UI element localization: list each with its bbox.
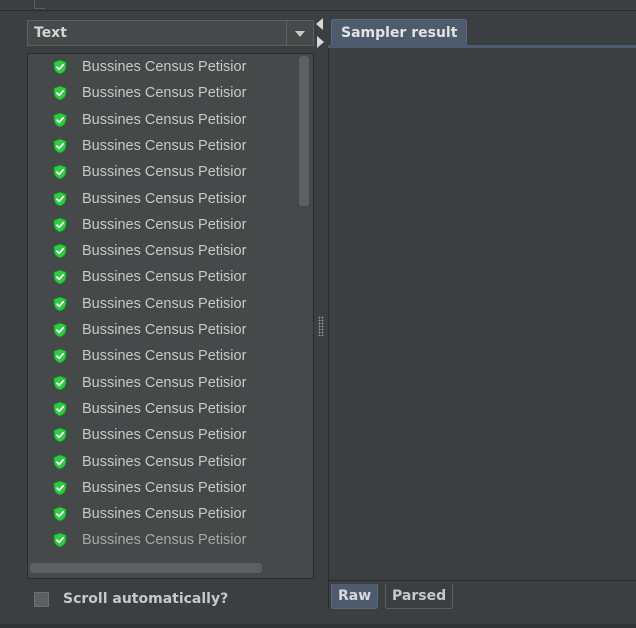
split-pane-divider[interactable] <box>314 14 328 628</box>
tree-item[interactable]: Bussines Census Petisior <box>52 422 296 448</box>
shield-check-icon <box>53 112 67 128</box>
tab-raw-label: Raw <box>338 588 372 604</box>
tree-item[interactable]: Bussines Census Petisior <box>52 317 296 343</box>
shield-check-icon <box>53 191 67 206</box>
shield-check-icon <box>53 427 67 443</box>
tree-item-label: Bussines Census Petisior <box>82 427 247 444</box>
shield-check-icon <box>53 269 67 285</box>
tree-item[interactable]: Bussines Census Petisior <box>52 212 296 238</box>
top-strip <box>0 0 636 11</box>
tree-item[interactable]: Bussines Census Petisior <box>52 449 296 475</box>
scroll-automatically-option[interactable]: Scroll automatically? <box>34 588 228 610</box>
tree-item[interactable]: Bussines Census Petisior <box>52 80 296 106</box>
tree-item[interactable]: Bussines Census Petisior <box>52 396 296 422</box>
scroll-automatically-label: Scroll automatically? <box>63 591 229 607</box>
view-mode-tabs: Raw Parsed <box>328 580 636 609</box>
tree-item-label: Bussines Census Petisior <box>82 374 247 391</box>
chevron-down-icon <box>295 31 305 37</box>
shield-check-icon <box>53 348 67 364</box>
tab-parsed[interactable]: Parsed <box>385 584 454 609</box>
expand-right-icon[interactable] <box>317 36 324 48</box>
renderer-select-arrow-button[interactable] <box>286 21 313 45</box>
vertical-scroll-thumb[interactable] <box>299 56 309 206</box>
results-tree-vertical-scrollbar[interactable] <box>296 54 313 559</box>
shield-check-icon <box>53 138 67 154</box>
tree-item-label: Bussines Census Petisior <box>82 137 247 154</box>
results-tree[interactable]: Bussines Census Petisior Bussines Census … <box>27 53 314 579</box>
tree-item-label: Bussines Census Petisior <box>82 216 247 233</box>
shield-check-icon <box>53 217 67 233</box>
shield-check-icon <box>53 243 67 259</box>
tree-item-label: Bussines Census Petisior <box>82 506 247 523</box>
tree-item-label: Bussines Census Petisior <box>82 85 247 102</box>
renderer-select[interactable]: Text <box>27 20 314 46</box>
tree-item-label: Bussines Census Petisior <box>82 479 247 496</box>
tree-item-label: Bussines Census Petisior <box>82 111 247 128</box>
tab-parsed-label: Parsed <box>392 588 447 604</box>
shield-check-icon <box>53 506 67 522</box>
tree-item[interactable]: Bussines Census Petisior <box>52 159 296 185</box>
tree-item-label: Bussines Census Petisior <box>82 269 247 286</box>
tree-item-label: Bussines Census Petisior <box>82 532 247 549</box>
tab-sampler-result[interactable]: Sampler result <box>331 19 468 46</box>
tree-item-label: Bussines Census Petisior <box>82 295 247 312</box>
tree-item-label: Bussines Census Petisior <box>82 322 247 338</box>
shield-check-icon <box>53 375 67 391</box>
shield-check-icon <box>53 296 67 312</box>
shield-check-icon <box>53 164 67 180</box>
collapse-left-icon[interactable] <box>316 18 323 30</box>
shield-check-icon <box>53 480 67 496</box>
tab-sampler-result-label: Sampler result <box>341 25 458 41</box>
horizontal-scroll-thumb[interactable] <box>30 563 262 573</box>
result-tabbar: Sampler result <box>328 17 636 46</box>
tree-item[interactable]: Bussines Census Petisior <box>52 291 296 317</box>
tree-item-label: Bussines Census Petisior <box>82 348 247 365</box>
tree-item[interactable]: Bussines Census Petisior <box>52 238 296 264</box>
shield-check-icon <box>53 322 67 338</box>
results-tree-horizontal-scrollbar[interactable] <box>28 559 313 578</box>
tree-item[interactable]: Bussines Census Petisior <box>52 527 296 553</box>
tree-item[interactable]: Bussines Census Petisior <box>52 370 296 396</box>
tree-item-label: Bussines Census Petisior <box>82 453 247 470</box>
tree-item[interactable]: Bussines Census Petisior <box>52 54 296 80</box>
tree-item-label: Bussines Census Petisior <box>82 190 247 207</box>
tree-item[interactable]: Bussines Census Petisior <box>52 501 296 527</box>
results-tree-list: Bussines Census Petisior Bussines Census … <box>28 54 296 559</box>
shield-check-icon <box>53 85 67 101</box>
shield-check-icon <box>53 59 67 75</box>
top-notch <box>34 0 45 9</box>
tree-item[interactable]: Bussines Census Petisior <box>52 343 296 369</box>
tree-item-label: Bussines Census Petisior <box>82 243 247 260</box>
tree-item-label: Bussines Census Petisior <box>82 164 247 181</box>
tree-item[interactable]: Bussines Census Petisior <box>52 107 296 133</box>
tree-item-label: Bussines Census Petisior <box>82 400 247 417</box>
grip-dots-icon[interactable] <box>318 316 324 336</box>
renderer-select-value: Text <box>34 25 67 41</box>
tab-raw[interactable]: Raw <box>331 584 379 609</box>
scroll-automatically-checkbox[interactable] <box>34 591 49 607</box>
shield-check-icon <box>53 532 67 548</box>
sampler-result-content <box>328 48 636 580</box>
bottom-edge <box>0 624 636 628</box>
tree-item[interactable]: Bussines Census Petisior <box>52 133 296 159</box>
tree-item[interactable]: Bussines Census Petisior <box>52 186 296 212</box>
shield-check-icon <box>53 401 67 417</box>
view-results-tree-panel: Text Bussines Census Petisior Bussines Ce… <box>0 0 636 628</box>
tree-item-label: Bussines Census Petisior <box>82 59 247 75</box>
shield-check-icon <box>53 454 67 469</box>
tree-item[interactable]: Bussines Census Petisior <box>52 475 296 501</box>
tree-item[interactable]: Bussines Census Petisior <box>52 264 296 290</box>
